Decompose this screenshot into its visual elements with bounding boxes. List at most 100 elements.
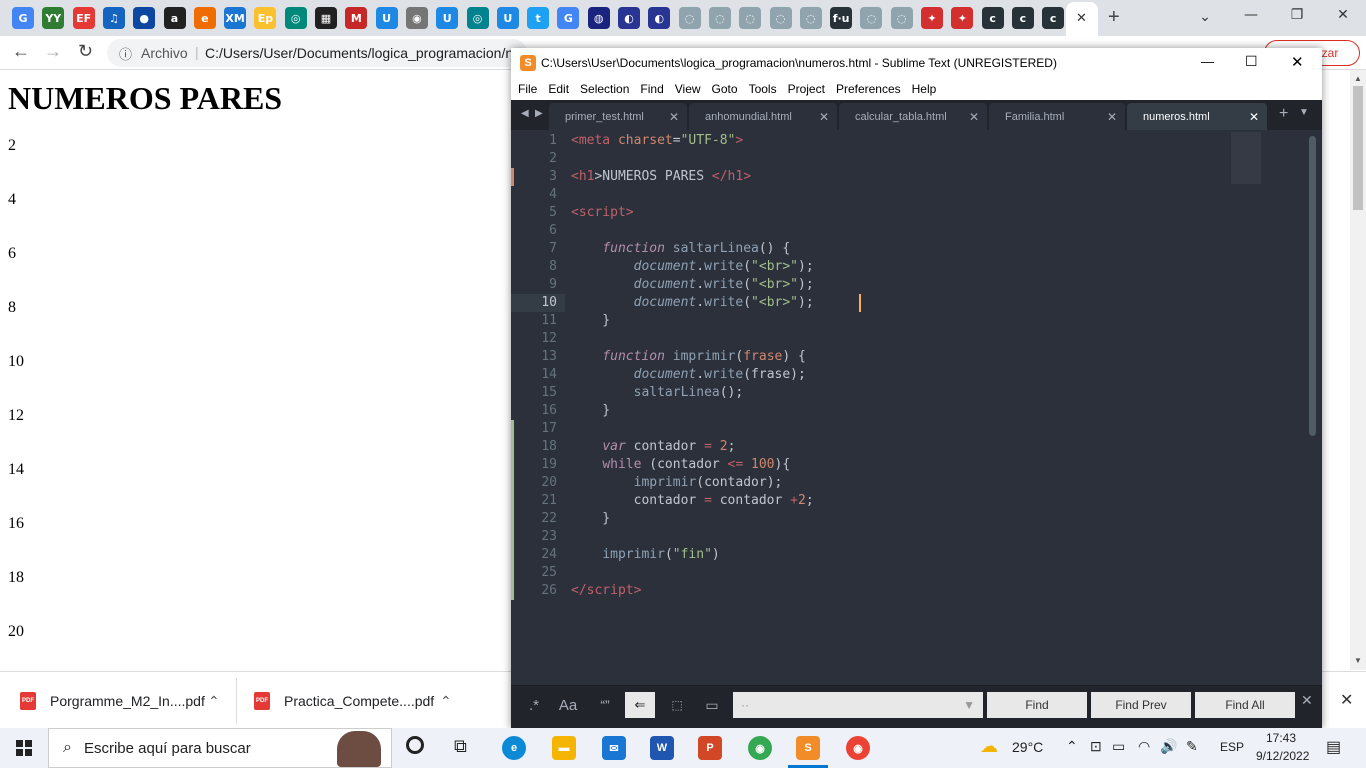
tab-search-chevron-icon[interactable]: ⌄ <box>1182 2 1228 32</box>
tab-close-icon[interactable]: ✕ <box>1107 110 1117 124</box>
editor-tab[interactable]: numeros.html ✕ <box>1127 103 1267 130</box>
close-button[interactable]: ✕ <box>1320 0 1366 30</box>
in-selection-icon[interactable]: ⬚ <box>663 692 691 718</box>
find-all-button[interactable]: Find All <box>1195 692 1295 718</box>
minimize-button[interactable]: — <box>1228 0 1274 30</box>
notifications-icon[interactable]: ▤ <box>1326 737 1341 757</box>
tab-favicon-icon[interactable]: G <box>12 7 34 29</box>
tab-close-icon[interactable]: ✕ <box>669 110 679 124</box>
whole-word-toggle[interactable]: “” <box>591 692 619 718</box>
pen-icon[interactable]: ✎ <box>1186 738 1198 755</box>
mail-icon[interactable]: ✉ <box>602 736 626 760</box>
maximize-button[interactable]: ☐ <box>1245 53 1258 70</box>
chevron-up-icon[interactable]: ⌃ <box>208 693 220 710</box>
tab-close-icon[interactable]: ✕ <box>1249 110 1259 124</box>
tab-favicon-icon[interactable]: e <box>193 7 216 29</box>
close-downloads-icon[interactable]: ✕ <box>1340 690 1353 710</box>
menu-item[interactable]: Find <box>640 82 663 96</box>
tab-favicon-icon[interactable]: XM <box>224 7 247 29</box>
minimap[interactable] <box>1229 130 1289 190</box>
tab-favicon-icon[interactable]: M <box>345 7 368 29</box>
find-prev-button[interactable]: Find Prev <box>1091 692 1191 718</box>
tab-favicon-icon[interactable]: ♫ <box>102 7 125 29</box>
address-bar[interactable]: ⓘ Archivo | C:/Users/User/Documents/logi… <box>107 39 527 67</box>
tab-favicon-icon[interactable]: Ep <box>254 7 277 29</box>
powerpoint-icon[interactable]: P <box>698 736 722 760</box>
tab-favicon-icon[interactable]: ✦ <box>921 7 943 29</box>
scroll-down-arrow-icon[interactable]: ▼ <box>1354 656 1362 665</box>
tab-favicon-icon[interactable]: ◎ <box>284 7 307 29</box>
menu-item[interactable]: Help <box>912 82 937 96</box>
tab-favicon-icon[interactable]: ◌ <box>708 7 731 29</box>
tab-favicon-icon[interactable]: U <box>436 7 459 29</box>
forward-icon[interactable]: → <box>44 41 62 62</box>
reload-icon[interactable]: ↻ <box>78 41 93 62</box>
tab-favicon-icon[interactable]: ◌ <box>860 7 883 29</box>
file-explorer-icon[interactable]: ▬ <box>552 736 576 760</box>
tab-favicon-icon[interactable]: ◍ <box>587 7 610 29</box>
show-hidden-icons-icon[interactable]: ⌃ <box>1066 738 1078 755</box>
tab-favicon-icon[interactable]: ◌ <box>769 7 792 29</box>
tab-favicon-icon[interactable]: ▦ <box>315 7 337 29</box>
editor-tab[interactable]: primer_test.html ✕ <box>549 103 687 130</box>
menu-item[interactable]: Edit <box>548 82 569 96</box>
windows-start-icon[interactable] <box>16 740 32 756</box>
task-view-icon[interactable]: ⧉ <box>454 736 467 757</box>
menu-item[interactable]: Project <box>788 82 825 96</box>
tab-favicon-icon[interactable]: U <box>496 7 519 29</box>
case-toggle[interactable]: Aa <box>553 692 583 718</box>
page-scrollbar[interactable]: ▲ ▼ <box>1350 70 1366 670</box>
tab-favicon-icon[interactable]: U <box>375 7 398 29</box>
tab-favicon-icon[interactable]: ◌ <box>890 7 913 29</box>
language-indicator[interactable]: ESP <box>1220 740 1244 754</box>
new-tab-button[interactable]: + <box>1108 6 1120 29</box>
menu-item[interactable]: View <box>675 82 701 96</box>
menu-item[interactable]: File <box>518 82 537 96</box>
back-icon[interactable]: ← <box>12 41 30 62</box>
new-tab-plus-icon[interactable]: + <box>1279 105 1288 123</box>
weather-temp[interactable]: 29°C <box>1012 739 1043 755</box>
find-input[interactable]: ·· ▼ <box>733 692 983 718</box>
tab-favicon-icon[interactable]: ◉ <box>405 7 428 29</box>
editor-tab[interactable]: calcular_tabla.html ✕ <box>839 103 987 130</box>
editor-tab[interactable]: Familia.html ✕ <box>989 103 1125 130</box>
tab-favicon-icon[interactable]: ✦ <box>951 7 974 29</box>
editor-tab[interactable]: anhomundial.html ✕ <box>689 103 837 130</box>
tab-favicon-icon[interactable]: f·u <box>830 7 853 29</box>
battery-icon[interactable]: ▭ <box>1112 738 1125 755</box>
weather-icon[interactable]: ☁ <box>980 736 998 757</box>
close-button[interactable]: ✕ <box>1291 53 1304 71</box>
download-item[interactable]: PDF Practica_Compete....pdf ⌃ <box>254 672 470 730</box>
tab-favicon-icon[interactable]: c <box>981 7 1004 29</box>
menu-item[interactable]: Tools <box>749 82 777 96</box>
volume-icon[interactable]: 🔊 <box>1160 738 1177 755</box>
tab-favicon-icon[interactable]: ● <box>133 7 156 29</box>
chevron-up-icon[interactable]: ⌃ <box>440 693 452 710</box>
wrap-toggle-icon[interactable]: ⇐ <box>625 692 655 718</box>
tab-prev-arrow-icon[interactable]: ◀ <box>521 108 529 119</box>
clock-time[interactable]: 17:43 <box>1266 731 1296 745</box>
regex-toggle[interactable]: .* <box>519 692 549 718</box>
edge-icon[interactable]: e <box>502 736 526 760</box>
minimize-button[interactable]: — <box>1201 54 1214 69</box>
network-icon[interactable]: ⊡ <box>1090 738 1102 755</box>
tab-close-icon[interactable]: ✕ <box>819 110 829 124</box>
tab-favicon-icon[interactable]: YY <box>42 7 65 29</box>
menu-item[interactable]: Goto <box>712 82 738 96</box>
taskbar-search[interactable]: ⌕ Escribe aquí para buscar <box>48 728 392 768</box>
tab-favicon-icon[interactable]: t <box>527 7 550 29</box>
tab-favicon-icon[interactable]: ◐ <box>618 7 640 29</box>
editor-scrollbar[interactable] <box>1309 136 1316 436</box>
highlight-matches-icon[interactable]: ▭ <box>697 692 727 718</box>
tab-active[interactable]: ✕ <box>1066 2 1098 36</box>
tab-favicon-icon[interactable]: c <box>1042 7 1065 29</box>
find-dropdown-icon[interactable]: ▼ <box>963 698 975 712</box>
tab-favicon-icon[interactable]: ◌ <box>739 7 762 29</box>
wifi-icon[interactable]: ◠ <box>1138 738 1150 755</box>
download-item[interactable]: PDF Porgramme_M2_In....pdf ⌃ <box>20 672 236 730</box>
chrome-icon[interactable]: ◉ <box>748 736 772 760</box>
scroll-up-arrow-icon[interactable]: ▲ <box>1354 74 1362 83</box>
tab-favicon-icon[interactable]: c <box>1011 7 1034 29</box>
tab-list-down-icon[interactable]: ▼ <box>1299 107 1309 118</box>
tab-favicon-icon[interactable]: ◐ <box>648 7 671 29</box>
